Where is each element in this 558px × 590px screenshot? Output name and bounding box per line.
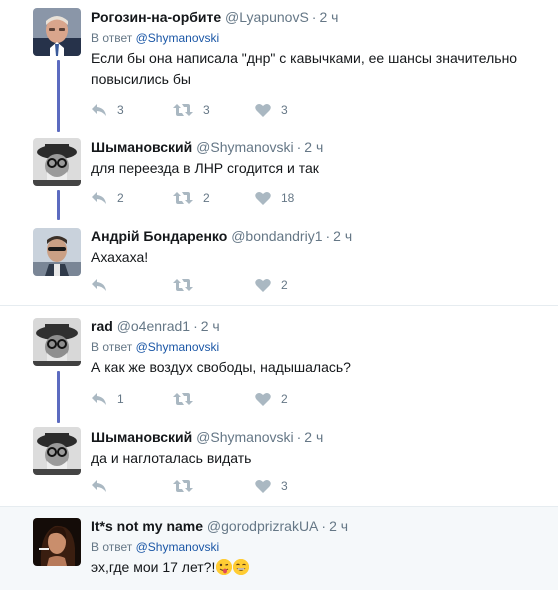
- like-button[interactable]: 2: [255, 392, 337, 406]
- tweet[interactable]: It*s not my name @gorodprizrakUA · 2 ч В о…: [0, 507, 558, 590]
- like-button[interactable]: 3: [255, 103, 337, 117]
- timestamp[interactable]: 2 ч: [201, 318, 220, 334]
- like-count: 3: [281, 479, 288, 493]
- like-count: 2: [281, 392, 288, 406]
- winking-face-tongue-emoji: [216, 559, 233, 575]
- timestamp[interactable]: 2 ч: [333, 228, 352, 244]
- avatar[interactable]: [33, 518, 81, 566]
- reply-icon: [92, 480, 106, 492]
- retweet-count: 2: [203, 191, 210, 205]
- retweet-icon: [173, 393, 193, 405]
- reply-count: 2: [117, 191, 124, 205]
- retweet-button[interactable]: 2: [173, 191, 255, 205]
- retweet-button[interactable]: [173, 392, 255, 406]
- reply-icon: [92, 279, 106, 291]
- reply-context: В ответ @Shymanovski: [91, 539, 548, 555]
- author-handle[interactable]: @LyapunovS: [225, 9, 309, 25]
- retweet-icon: [173, 192, 193, 204]
- reply-count: 3: [117, 103, 124, 117]
- like-count: 2: [281, 278, 288, 292]
- avatar[interactable]: [33, 228, 81, 276]
- reply-icon: [92, 104, 106, 116]
- reply-mention-link[interactable]: @Shymanovski: [136, 540, 220, 554]
- reply-mention-link[interactable]: @Shymanovski: [136, 31, 220, 45]
- reply-mention-link[interactable]: @Shymanovski: [136, 340, 220, 354]
- reply-icon: [92, 393, 106, 405]
- tweet[interactable]: Шымановский @Shymanovski · 2 ч для переезд…: [0, 130, 558, 218]
- reply-label: В ответ: [91, 31, 133, 45]
- retweet-icon: [173, 279, 193, 291]
- author-handle[interactable]: @gorodprizrakUA: [207, 518, 318, 534]
- conversation-feed: Рогозин-на-орбите @LyapunovS · 2 ч В ответ…: [0, 0, 558, 590]
- timestamp[interactable]: 2 ч: [329, 518, 348, 534]
- avatar[interactable]: [33, 8, 81, 56]
- tweet[interactable]: rad @o4enrad1 · 2 ч В ответ @Shymanovski А…: [0, 306, 558, 420]
- tweet-text-row: эх,где мои 17 лет?!: [91, 557, 548, 578]
- tweet-text: А как же воздух свободы, надышалась?: [91, 359, 351, 375]
- tweet[interactable]: Рогозин-на-орбите @LyapunovS · 2 ч В ответ…: [0, 0, 558, 130]
- tweet-text: Если бы она написала "днр" с кавычками, …: [91, 50, 518, 87]
- avatar[interactable]: [33, 138, 81, 186]
- like-icon: [255, 392, 271, 406]
- retweet-count: 3: [203, 103, 210, 117]
- retweet-button[interactable]: 3: [173, 103, 255, 117]
- reply-button[interactable]: 3: [91, 103, 173, 117]
- timestamp[interactable]: 2 ч: [304, 139, 323, 155]
- author-handle[interactable]: @Shymanovski: [196, 429, 293, 445]
- author-handle[interactable]: @bondandriy1: [231, 228, 322, 244]
- timestamp[interactable]: 2 ч: [304, 429, 323, 445]
- tweet-text: Ахахаха!: [91, 249, 149, 265]
- like-button[interactable]: 2: [255, 278, 337, 292]
- author-name[interactable]: Шымановский: [91, 429, 192, 445]
- reply-button[interactable]: 1: [91, 392, 173, 406]
- retweet-button[interactable]: [173, 278, 255, 292]
- author-name[interactable]: rad: [91, 318, 113, 334]
- like-icon: [255, 479, 271, 493]
- retweet-icon: [173, 104, 193, 116]
- author-handle[interactable]: @Shymanovski: [196, 139, 293, 155]
- author-name[interactable]: Андрій Бондаренко: [91, 228, 227, 244]
- author-handle[interactable]: @o4enrad1: [117, 318, 190, 334]
- retweet-button[interactable]: [173, 479, 255, 493]
- like-button[interactable]: 18: [255, 191, 337, 205]
- tweet[interactable]: Андрій Бондаренко @bondandriy1 · 2 ч Ахаха…: [0, 218, 558, 304]
- grinning-face-emoji: [233, 559, 250, 575]
- tweet[interactable]: Шымановский @Shymanovski · 2 ч да и наглот…: [0, 420, 558, 506]
- retweet-icon: [173, 480, 193, 492]
- reply-icon: [92, 192, 106, 204]
- like-icon: [255, 278, 271, 292]
- like-icon: [255, 191, 271, 205]
- reply-count: 1: [117, 392, 124, 406]
- reply-button[interactable]: 2: [91, 191, 173, 205]
- reply-label: В ответ: [91, 540, 133, 554]
- like-count: 18: [281, 191, 295, 205]
- tweet-text: да и наглоталась видать: [91, 450, 252, 466]
- author-name[interactable]: Шымановский: [91, 139, 192, 155]
- like-count: 3: [281, 103, 288, 117]
- avatar[interactable]: [33, 427, 81, 475]
- like-button[interactable]: 3: [255, 479, 337, 493]
- timestamp[interactable]: 2 ч: [319, 9, 338, 25]
- like-icon: [255, 103, 271, 117]
- reply-button[interactable]: [91, 479, 173, 493]
- reply-context: В ответ @Shymanovski: [91, 30, 548, 46]
- author-name[interactable]: Рогозин-на-орбите: [91, 9, 221, 25]
- reply-button[interactable]: [91, 278, 173, 292]
- tweet-text: для переезда в ЛНР сгодится и так: [91, 160, 319, 176]
- tweet-text: эх,где мои 17 лет?!: [91, 559, 216, 575]
- reply-context: В ответ @Shymanovski: [91, 339, 548, 355]
- avatar[interactable]: [33, 318, 81, 366]
- reply-label: В ответ: [91, 340, 133, 354]
- author-name[interactable]: It*s not my name: [91, 518, 203, 534]
